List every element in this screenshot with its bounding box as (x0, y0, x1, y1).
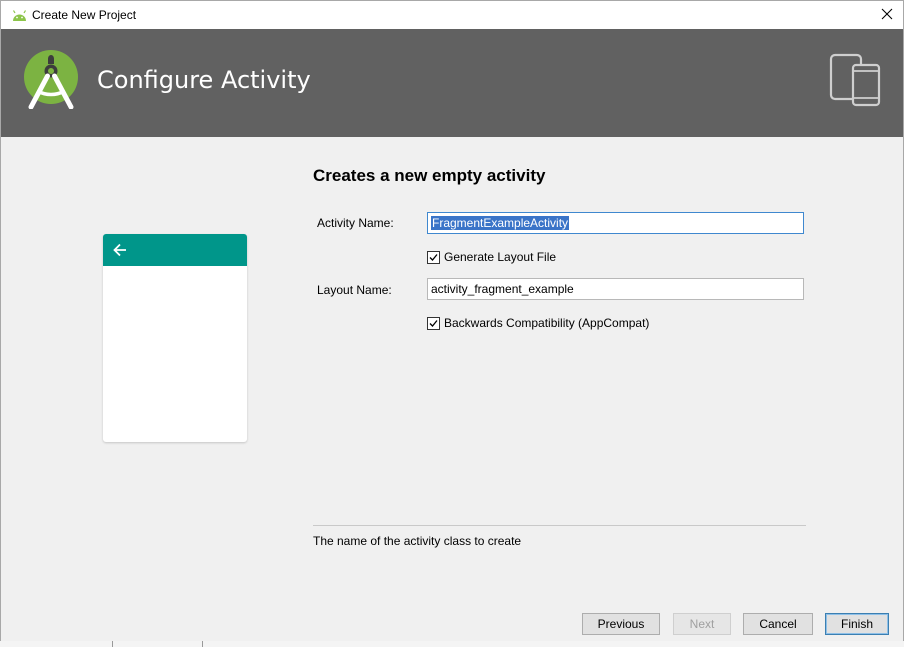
android-studio-logo (24, 50, 78, 109)
checkmark-icon (429, 319, 438, 327)
activity-preview (103, 234, 247, 442)
checkmark-icon (429, 253, 438, 261)
next-button[interactable]: Next (673, 613, 731, 635)
title-bar: Create New Project (1, 1, 903, 29)
field-hint: The name of the activity class to create (313, 534, 522, 548)
cancel-button[interactable]: Cancel (743, 613, 813, 635)
layout-name-label: Layout Name: (317, 283, 392, 297)
gutter-line (112, 641, 113, 647)
layout-name-value: activity_fragment_example (431, 282, 574, 296)
generate-layout-check[interactable] (427, 250, 440, 264)
previous-button[interactable]: Previous (582, 613, 660, 635)
generate-layout-label: Generate Layout File (444, 250, 557, 264)
backwards-compat-label: Backwards Compatibility (AppCompat) (444, 316, 650, 330)
window-title: Create New Project (32, 8, 137, 22)
background-editor-strip (0, 641, 904, 647)
back-arrow-icon (113, 243, 126, 257)
generate-layout-checkbox[interactable]: Generate Layout File (427, 250, 556, 264)
header-banner: Configure Activity (1, 29, 903, 137)
form-title: Creates a new empty activity (313, 166, 546, 185)
finish-button[interactable]: Finish (825, 613, 889, 635)
layout-name-field[interactable]: activity_fragment_example (427, 278, 804, 300)
backwards-compat-check[interactable] (427, 316, 440, 330)
gutter-line (202, 641, 203, 647)
backwards-compat-checkbox[interactable]: Backwards Compatibility (AppCompat) (427, 316, 649, 330)
divider (313, 525, 806, 526)
android-icon (12, 10, 27, 21)
activity-name-label: Activity Name: (317, 216, 394, 230)
devices-icon (829, 53, 881, 107)
preview-app-bar (103, 234, 247, 266)
page-title: Configure Activity (97, 66, 311, 94)
close-icon[interactable] (879, 6, 895, 22)
activity-name-value: FragmentExampleActivity (431, 216, 570, 230)
activity-name-field[interactable]: FragmentExampleActivity (427, 212, 804, 234)
dialog-window: Create New Project Configure Activity Cr… (0, 0, 904, 642)
